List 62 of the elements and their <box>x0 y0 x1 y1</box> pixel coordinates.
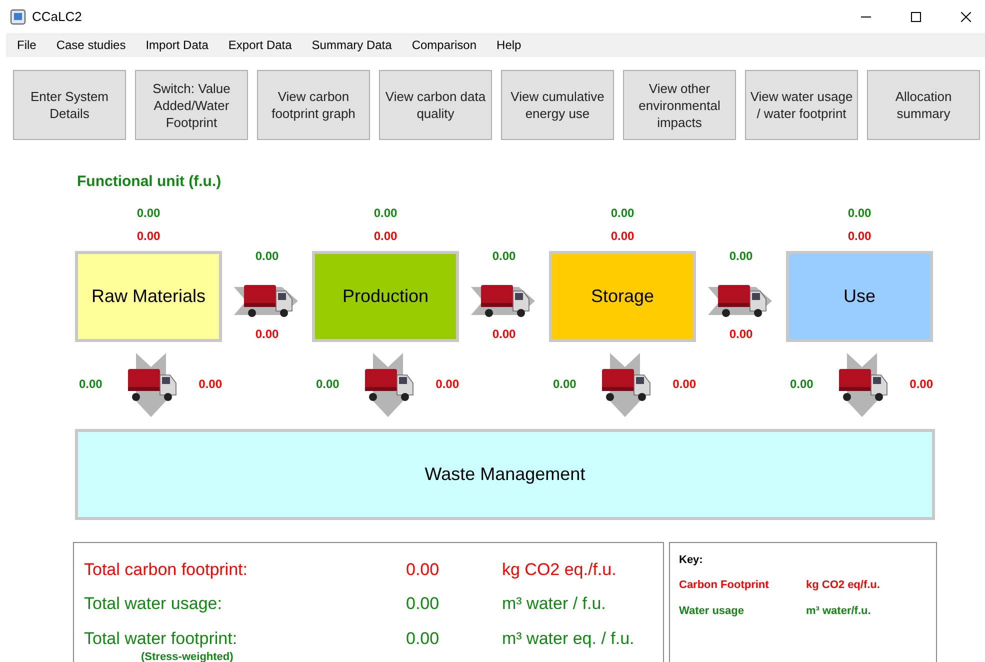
transport-water-value: 0.00 <box>729 248 753 264</box>
toolbar-button[interactable]: Switch: Value Added/Water Footprint <box>135 70 248 140</box>
key-unit: kg CO2 eq/f.u. <box>806 578 880 593</box>
total-unit: m³ water eq. / f.u. <box>502 628 634 650</box>
toolbar-button[interactable]: View cumulative energy use <box>501 70 614 140</box>
maximize-icon[interactable] <box>911 12 921 22</box>
waste-carbon-value: 0.00 <box>198 376 222 392</box>
close-icon[interactable] <box>961 12 971 22</box>
transport-carbon-value: 0.00 <box>492 326 516 342</box>
total-unit: m³ water / f.u. <box>502 593 606 615</box>
stage-carbon-value: 0.00 <box>610 228 634 244</box>
waste-water-value: 0.00 <box>316 376 340 392</box>
menu-item[interactable]: Export Data <box>228 36 292 54</box>
total-label: Total carbon footprint: <box>84 558 248 580</box>
transport-carbon-value: 0.00 <box>729 326 753 342</box>
waste-water-value: 0.00 <box>790 376 814 392</box>
toolbar-button[interactable]: View other environmental impacts <box>623 70 736 140</box>
stage-box[interactable]: Use <box>786 250 933 342</box>
key-label: Carbon Footprint <box>679 578 770 593</box>
key-title: Key: <box>679 552 704 568</box>
waste-carbon-value: 0.00 <box>436 376 459 392</box>
stage-water-value: 0.00 <box>374 204 398 222</box>
total-value: 0.00 <box>406 628 440 650</box>
total-value: 0.00 <box>406 558 440 580</box>
waste-carbon-value: 0.00 <box>672 376 696 392</box>
toolbar-button[interactable]: Allocation summary <box>867 70 980 140</box>
total-label: Total water footprint: <box>84 628 238 650</box>
stage-water-value: 0.00 <box>848 204 872 222</box>
menu-item[interactable]: Import Data <box>146 36 208 54</box>
app-icon <box>10 8 26 24</box>
menu-item[interactable]: Summary Data <box>312 36 392 54</box>
transport-water-value: 0.00 <box>255 248 279 264</box>
stage-carbon-value: 0.00 <box>136 228 160 244</box>
total-value: 0.00 <box>406 593 440 615</box>
toolbar-button[interactable]: View carbon footprint graph <box>257 70 370 140</box>
total-label: Total water usage: <box>84 593 223 615</box>
window-title: CCaLC2 <box>32 8 82 26</box>
waste-water-value: 0.00 <box>79 376 102 392</box>
transport-water-value: 0.00 <box>492 248 516 264</box>
total-note: (Stress-weighted) <box>141 651 234 662</box>
stage-water-value: 0.00 <box>136 204 160 222</box>
waste-management-box[interactable]: Waste Management <box>75 428 935 520</box>
waste-water-value: 0.00 <box>553 376 576 392</box>
key-unit: m³ water/f.u. <box>806 604 871 618</box>
toolbar-button[interactable]: View water usage / water footprint <box>745 70 858 140</box>
waste-carbon-value: 0.00 <box>910 376 933 392</box>
stage-water-value: 0.00 <box>610 204 634 222</box>
stage-box[interactable]: Raw Materials <box>75 250 222 342</box>
stage-carbon-value: 0.00 <box>374 228 398 244</box>
functional-unit-label: Functional unit (f.u.) <box>77 172 222 192</box>
toolbar-button[interactable]: Enter System Details <box>13 70 126 140</box>
toolbar-button[interactable]: View carbon data quality <box>379 70 492 140</box>
stage-box[interactable]: Storage <box>549 250 696 342</box>
transport-carbon-value: 0.00 <box>255 326 279 342</box>
total-unit: kg CO2 eq./f.u. <box>502 558 616 580</box>
stage-carbon-value: 0.00 <box>848 228 872 244</box>
key-label: Water usage <box>679 604 746 618</box>
menu-item[interactable]: Case studies <box>56 36 126 54</box>
menu-item[interactable]: Help <box>496 36 522 54</box>
menu-item[interactable]: File <box>17 36 36 54</box>
menu-item[interactable]: Comparison <box>412 36 477 54</box>
stage-box[interactable]: Production <box>312 250 459 342</box>
